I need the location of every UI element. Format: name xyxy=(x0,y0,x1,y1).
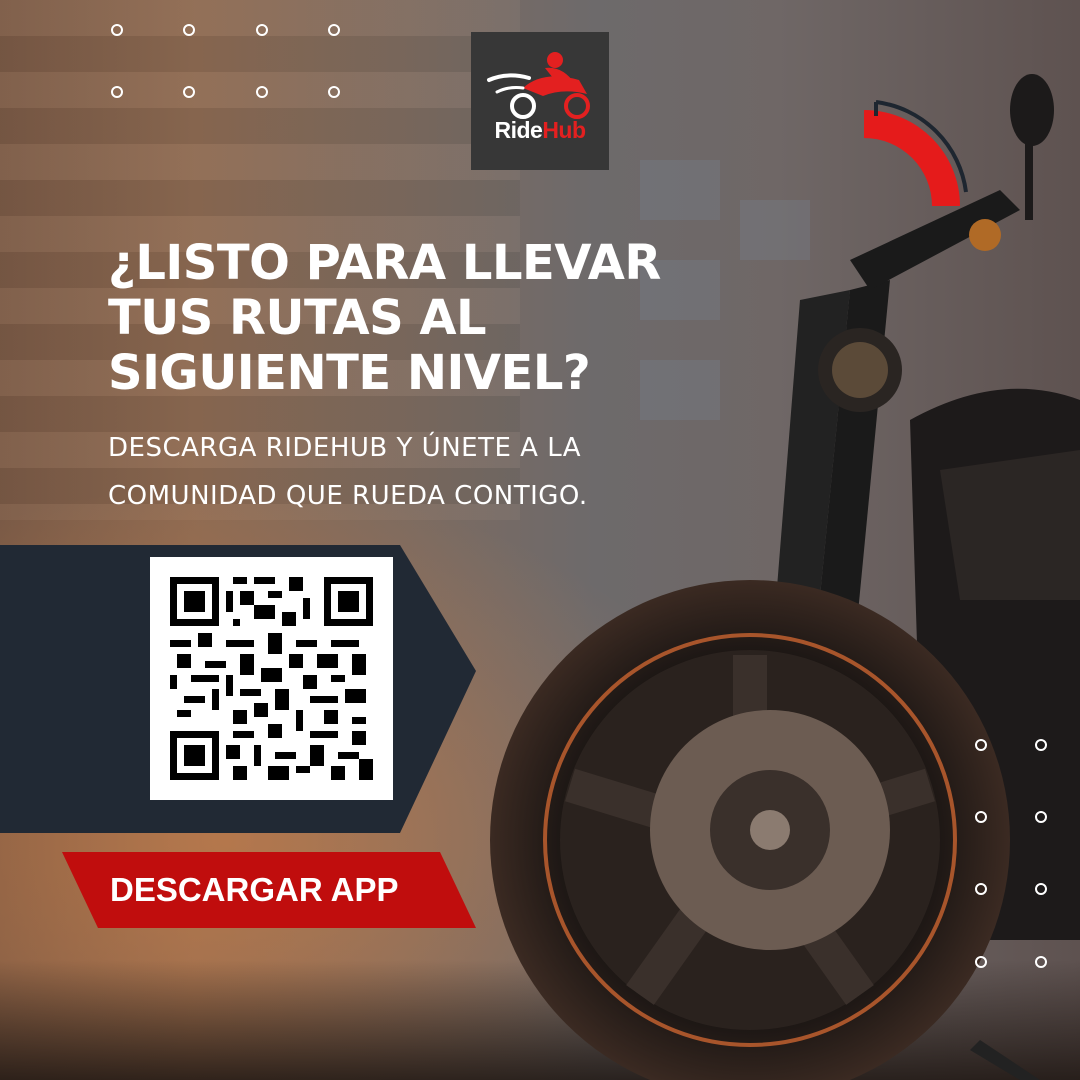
corner-arc-icon xyxy=(864,100,968,206)
headline-line: TUS RUTAS AL xyxy=(108,290,487,346)
download-app-button[interactable]: DESCARGAR APP xyxy=(62,852,476,928)
headline: ¿LISTO PARA LLEVAR TUS RUTAS AL SIGUIENT… xyxy=(108,236,748,401)
motorcycle-rider-icon xyxy=(487,52,590,119)
qr-code-icon xyxy=(170,577,373,780)
motorcycle-photo xyxy=(490,74,1080,1080)
brand-name: RideHub xyxy=(494,117,586,143)
download-app-label: DESCARGAR APP xyxy=(110,871,399,908)
ridehub-logo: RideHub xyxy=(471,32,609,170)
subheadline: DESCARGA RIDEHUB Y ÚNETE A LA COMUNIDAD … xyxy=(108,424,748,520)
headline-line: SIGUIENTE NIVEL? xyxy=(108,345,591,401)
subheadline-line: COMUNIDAD QUE RUEDA CONTIGO. xyxy=(108,481,588,511)
subheadline-line: DESCARGA RIDEHUB Y ÚNETE A LA xyxy=(108,433,582,463)
qr-code[interactable] xyxy=(150,557,393,800)
headline-line: ¿LISTO PARA LLEVAR xyxy=(108,235,661,291)
